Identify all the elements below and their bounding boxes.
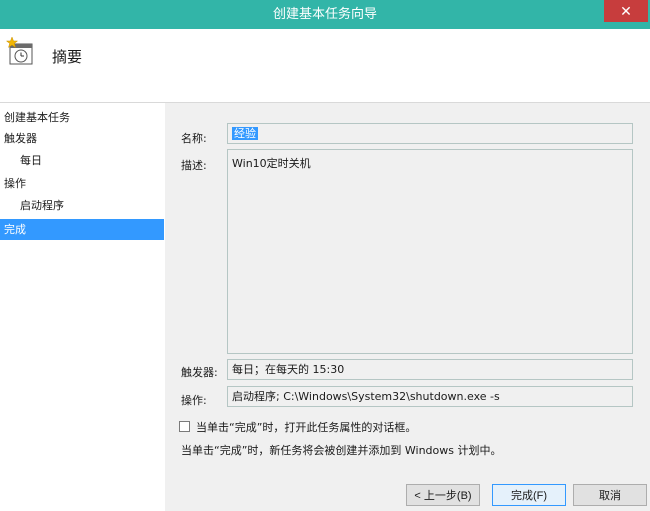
- step-create-basic-task[interactable]: 创建基本任务: [0, 107, 164, 128]
- step-start-program[interactable]: 启动程序: [0, 195, 160, 216]
- step-finish[interactable]: 完成: [0, 219, 164, 240]
- wizard-steps: 创建基本任务 触发器 每日 操作 启动程序 完成: [0, 103, 165, 511]
- task-wizard-window: 创建基本任务向导 ✕ 摘要 创建基本任务 触发器 每日 操作 启动程序 完成 名…: [0, 0, 650, 511]
- name-value: 经验: [232, 127, 258, 140]
- open-properties-checkbox-label[interactable]: 当单击“完成”时，打开此任务属性的对话框。: [196, 419, 416, 435]
- summary-panel: 名称: 经验 描述: Win10定时关机 触发器: 每日；在每天的 15:30 …: [165, 103, 650, 511]
- back-button[interactable]: < 上一步(B): [406, 484, 480, 506]
- open-properties-checkbox[interactable]: [179, 421, 190, 432]
- title-bar: 创建基本任务向导 ✕: [0, 0, 650, 29]
- page-title: 摘要: [52, 48, 83, 66]
- finish-button[interactable]: 完成(F): [492, 484, 566, 506]
- trigger-label: 触发器:: [181, 366, 218, 379]
- description-label: 描述:: [181, 159, 207, 172]
- task-clock-icon: [6, 37, 33, 65]
- close-button[interactable]: ✕: [604, 0, 648, 22]
- step-action[interactable]: 操作: [0, 173, 164, 194]
- step-daily[interactable]: 每日: [0, 150, 160, 171]
- name-label: 名称:: [181, 132, 207, 145]
- trigger-field[interactable]: 每日；在每天的 15:30: [227, 359, 633, 380]
- step-trigger[interactable]: 触发器: [0, 128, 164, 149]
- finish-note: 当单击“完成”时，新任务将会被创建并添加到 Windows 计划中。: [181, 444, 502, 457]
- wizard-header: 摘要: [0, 29, 650, 103]
- name-field[interactable]: 经验: [227, 123, 633, 144]
- close-icon: ✕: [620, 2, 632, 19]
- trigger-value: 每日；在每天的 15:30: [232, 363, 345, 376]
- description-field[interactable]: Win10定时关机: [227, 149, 633, 354]
- description-value: Win10定时关机: [232, 157, 311, 170]
- action-field[interactable]: 启动程序; C:\Windows\System32\shutdown.exe -…: [227, 386, 633, 407]
- window-title: 创建基本任务向导: [272, 7, 377, 22]
- action-value: 启动程序; C:\Windows\System32\shutdown.exe -…: [232, 390, 500, 403]
- cancel-button[interactable]: 取消: [573, 484, 647, 506]
- action-label: 操作:: [181, 394, 207, 407]
